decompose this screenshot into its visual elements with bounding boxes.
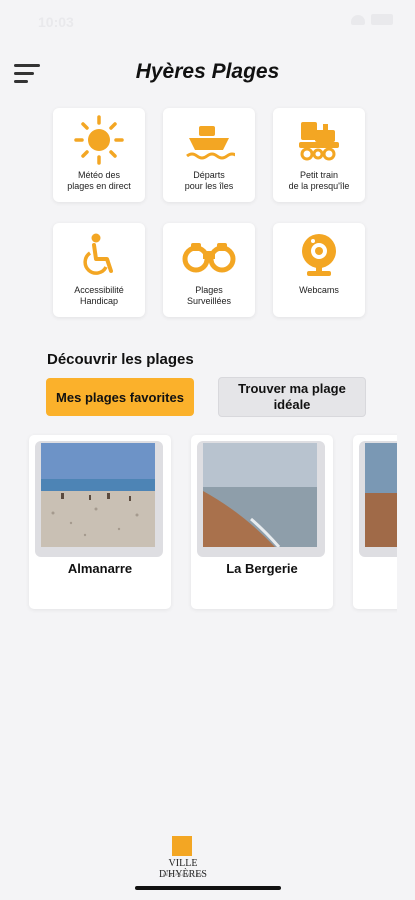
beach-carousel[interactable]: Almanarre La Bergerie L	[0, 433, 397, 613]
sun-icon	[71, 114, 127, 166]
palm-logo-icon	[172, 836, 192, 856]
boat-icon	[181, 114, 237, 166]
beach-card[interactable]: La Bergerie	[191, 435, 333, 609]
beach-name: Almanarre	[67, 561, 133, 576]
tile-label: Plages Surveillées	[186, 285, 232, 306]
tile-label: Petit train de la presqu'île	[288, 170, 350, 191]
beach-name: La Bergerie	[226, 561, 298, 576]
tile-island-departures[interactable]: Départs pour les îles	[163, 108, 255, 202]
webcam-icon	[291, 229, 347, 281]
tile-supervised-beaches[interactable]: Plages Surveillées	[163, 223, 255, 317]
beach-photo-frame	[35, 441, 163, 557]
city-logo: VILLE D'HYÈRES LES PALMIERS	[150, 836, 216, 882]
binoculars-icon	[181, 229, 237, 281]
header: Hyères Plages	[0, 52, 415, 96]
beach-photo	[365, 443, 397, 547]
battery-icon	[371, 14, 393, 25]
train-icon	[291, 114, 347, 166]
beach-name: L	[353, 561, 397, 576]
logo-subtitle: LES PALMIERS	[162, 872, 204, 877]
home-indicator[interactable]	[135, 886, 281, 890]
wheelchair-icon	[71, 229, 127, 281]
beach-photo-frame	[197, 441, 325, 557]
tile-label: Météo des plages en direct	[67, 170, 131, 191]
tile-accessibility[interactable]: Accessibilité Handicap	[53, 223, 145, 317]
tile-label: Accessibilité Handicap	[74, 285, 124, 306]
tile-label: Départs pour les îles	[184, 170, 234, 191]
status-bar: 10:03	[0, 0, 415, 44]
wifi-icon	[351, 14, 365, 25]
find-ideal-beach-button[interactable]: Trouver ma plage idéale	[218, 377, 366, 417]
favorite-beaches-button[interactable]: Mes plages favorites	[46, 378, 194, 416]
section-title: Découvrir les plages	[47, 351, 194, 368]
beach-photo	[203, 443, 317, 547]
beach-card[interactable]: Almanarre	[29, 435, 171, 609]
tile-webcams[interactable]: Webcams	[273, 223, 365, 317]
tile-label: Webcams	[299, 285, 339, 295]
status-icons	[351, 14, 393, 25]
page-title: Hyères Plages	[135, 60, 280, 83]
tile-beach-weather[interactable]: Météo des plages en direct	[53, 108, 145, 202]
beach-card[interactable]: L	[353, 435, 397, 609]
beach-photo	[41, 443, 155, 547]
tile-little-train[interactable]: Petit train de la presqu'île	[273, 108, 365, 202]
status-time: 10:03	[38, 14, 74, 30]
beach-photo-frame	[359, 441, 397, 557]
